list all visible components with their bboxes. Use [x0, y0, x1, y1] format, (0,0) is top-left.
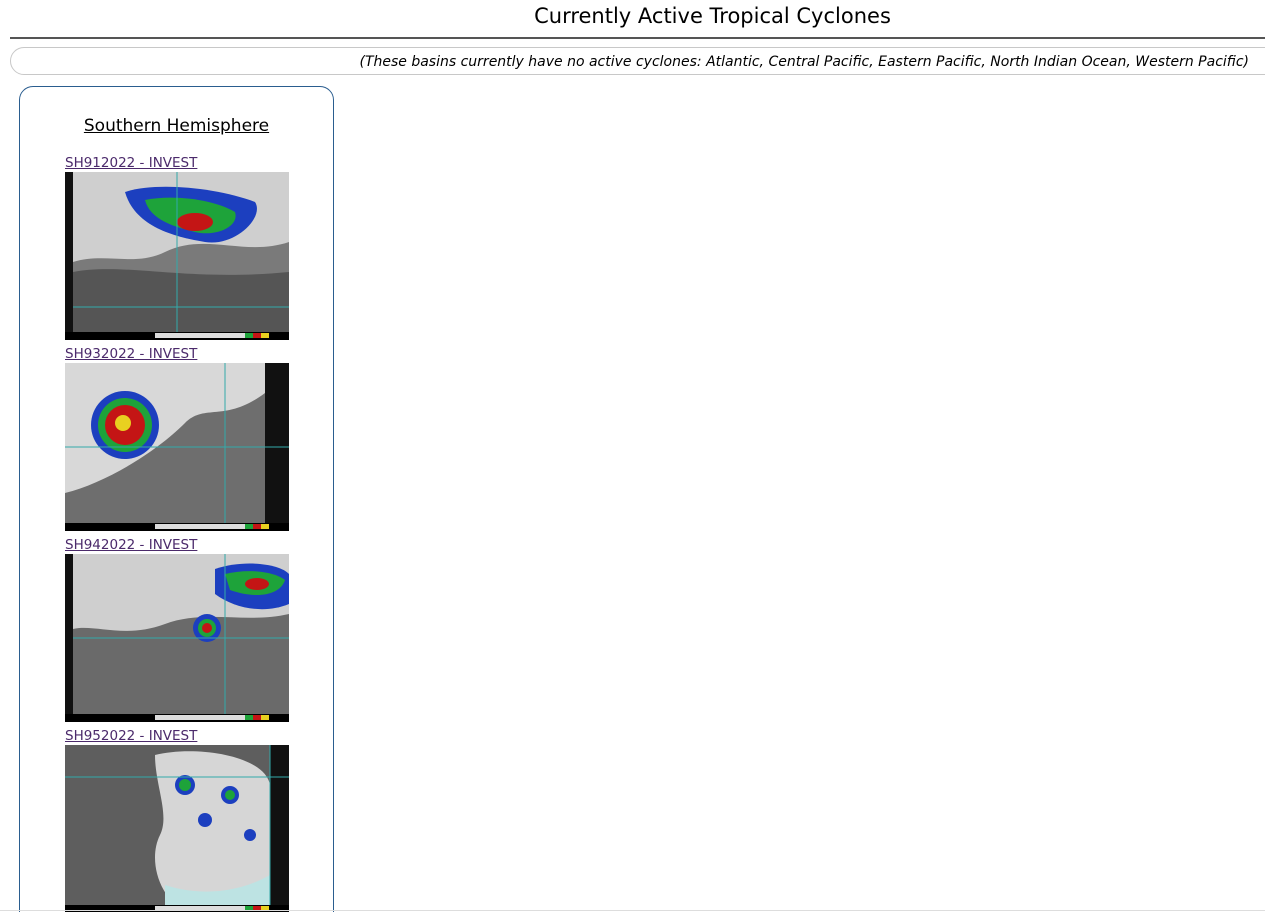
- storm-image-sh942022[interactable]: [65, 554, 289, 722]
- storm-link-sh912022[interactable]: SH912022 - INVEST: [65, 155, 197, 171]
- page: Currently Active Tropical Cyclones (Thes…: [0, 0, 1265, 912]
- storm-image-sh932022[interactable]: [65, 363, 289, 531]
- inactive-basins-bar: (These basins currently have no active c…: [10, 47, 1265, 75]
- storm-link-sh932022[interactable]: SH932022 - INVEST: [65, 346, 197, 362]
- satellite-image-icon: [65, 172, 289, 340]
- page-title: Currently Active Tropical Cyclones: [534, 4, 891, 28]
- storm-link-sh942022[interactable]: SH942022 - INVEST: [65, 537, 197, 553]
- title-divider: [10, 37, 1265, 39]
- storm-link-sh952022[interactable]: SH952022 - INVEST: [65, 728, 197, 744]
- satellite-image-icon: [65, 363, 289, 531]
- storm-image-sh912022[interactable]: [65, 172, 289, 340]
- basin-heading: Southern Hemisphere: [83, 116, 270, 136]
- basin-panel-southern-hemisphere: Southern Hemisphere SH912022 - INVEST SH…: [19, 86, 334, 912]
- inactive-basins-note: (These basins currently have no active c…: [359, 54, 1249, 70]
- satellite-image-icon: [65, 554, 289, 722]
- satellite-image-icon: [65, 745, 289, 912]
- storm-image-sh952022[interactable]: [65, 745, 289, 912]
- page-bottom-edge: [0, 910, 1265, 911]
